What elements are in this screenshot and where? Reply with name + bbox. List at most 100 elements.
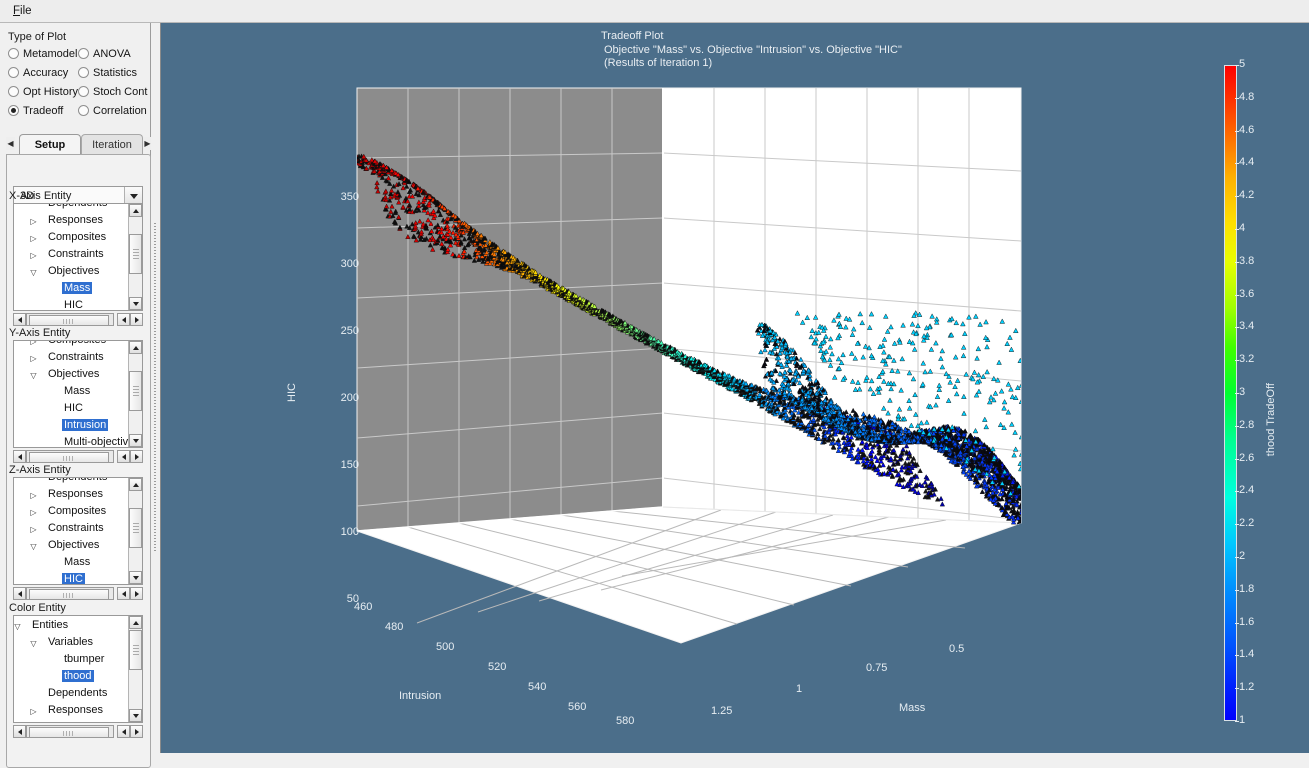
tree-item-composites[interactable]: ▷Composites (14, 230, 128, 247)
tree-item-hic[interactable]: HIC (14, 298, 128, 311)
tree-item-variables[interactable]: ▽Variables (14, 635, 128, 652)
tree-item-constraints[interactable]: ▷Constraints (14, 247, 128, 264)
tree-item-responses[interactable]: ▷Responses (14, 213, 128, 230)
tree-item-dependents[interactable]: Dependents (14, 203, 128, 213)
scroll-down-button[interactable] (129, 571, 142, 584)
chevron-down-icon[interactable]: ▽ (29, 371, 38, 380)
scroll-thumb[interactable] (29, 589, 109, 600)
tree-vertical-scrollbar[interactable] (128, 478, 142, 584)
tree-horizontal-scrollbar-color-entity[interactable] (13, 725, 143, 739)
scroll-step-right-button[interactable] (130, 725, 143, 738)
chevron-right-icon[interactable]: ▷ (29, 251, 38, 260)
scroll-down-button[interactable] (129, 709, 142, 722)
scroll-down-button[interactable] (129, 297, 142, 310)
scroll-left-button[interactable] (13, 587, 26, 600)
scroll-thumb[interactable] (29, 315, 109, 326)
plot-canvas[interactable]: Tradeoff Plot Objective "Mass" vs. Objec… (161, 23, 1309, 753)
scroll-up-button[interactable] (129, 204, 142, 217)
scroll-step-right-button[interactable] (130, 587, 143, 600)
tree-item-thood[interactable]: thood (14, 669, 128, 686)
tree-vertical-scrollbar[interactable] (128, 616, 142, 722)
scroll-left-button[interactable] (13, 725, 26, 738)
chevron-right-icon[interactable]: ▷ (29, 525, 38, 534)
radio-anova[interactable]: ANOVA (78, 48, 131, 67)
tree-item-constraints[interactable]: ▷Constraints (14, 350, 128, 367)
scroll-thumb[interactable] (29, 727, 109, 738)
tree-item-tbumper[interactable]: tbumper (14, 652, 128, 669)
tab-setup[interactable]: Setup (19, 134, 81, 154)
chevron-right-icon[interactable]: ▷ (29, 508, 38, 517)
radio-indicator[interactable] (8, 48, 19, 59)
scroll-track[interactable] (26, 725, 114, 738)
tree-view-x-axis-entity[interactable]: Dependents▷Responses▷Composites▷Constrai… (13, 203, 143, 311)
scroll-thumb[interactable] (129, 630, 142, 670)
scroll-step-left-button[interactable] (117, 725, 130, 738)
tree-item-objectives[interactable]: ▽Objectives (14, 367, 128, 384)
tree-item-responses[interactable]: ▷Responses (14, 487, 128, 504)
radio-accuracy[interactable]: Accuracy (8, 67, 68, 86)
radio-indicator[interactable] (8, 86, 19, 97)
tree-item-multi-objective[interactable]: Multi-objective (14, 435, 128, 448)
tree-item-composites[interactable]: ▷Composites (14, 504, 128, 521)
tree-view-z-axis-entity[interactable]: Dependents▷Responses▷Composites▷Constrai… (13, 477, 143, 585)
tree-item-dependents[interactable]: Dependents (14, 477, 128, 487)
tree-item-entities[interactable]: ▽Entities (14, 618, 128, 635)
radio-indicator[interactable] (8, 67, 19, 78)
radio-metamodel[interactable]: Metamodel (8, 48, 77, 67)
tree-item-intrusion[interactable]: Intrusion (14, 418, 128, 435)
scroll-left-button[interactable] (13, 450, 26, 463)
chevron-down-icon[interactable]: ▽ (29, 268, 38, 277)
tree-item-dependents[interactable]: Dependents (14, 686, 128, 703)
scroll-up-button[interactable] (129, 616, 142, 629)
tree-horizontal-scrollbar-z-axis-entity[interactable] (13, 587, 143, 601)
tree-item-hic[interactable]: HIC (14, 401, 128, 418)
tree-item-mass[interactable]: Mass (14, 281, 128, 298)
scroll-step-left-button[interactable] (117, 450, 130, 463)
scroll-up-button[interactable] (129, 341, 142, 354)
chevron-right-icon[interactable]: ▷ (29, 354, 38, 363)
tree-item-objectives[interactable]: ▽Objectives (14, 264, 128, 281)
tree-item-mass[interactable]: Mass (14, 384, 128, 401)
radio-statistics[interactable]: Statistics (78, 67, 137, 86)
scroll-down-button[interactable] (129, 434, 142, 447)
scroll-thumb[interactable] (129, 371, 142, 411)
chevron-right-icon[interactable]: ▷ (29, 491, 38, 500)
scroll-track[interactable] (26, 587, 114, 600)
radio-indicator[interactable] (8, 105, 19, 116)
scroll-left-button[interactable] (13, 313, 26, 326)
tree-view-color-entity[interactable]: ▽Entities▽VariablestbumperthoodDependent… (13, 615, 143, 723)
radio-indicator[interactable] (78, 86, 89, 97)
tab-scroll-left-arrow[interactable]: ◀ (6, 137, 15, 150)
radio-indicator[interactable] (78, 67, 89, 78)
scroll-step-left-button[interactable] (117, 313, 130, 326)
tree-horizontal-scrollbar-x-axis-entity[interactable] (13, 313, 143, 327)
tab-iteration[interactable]: Iteration (81, 134, 143, 154)
tree-item-responses[interactable]: ▷Responses (14, 703, 128, 720)
radio-correlation[interactable]: Correlation (78, 105, 147, 124)
scroll-step-right-button[interactable] (130, 313, 143, 326)
menu-item-file[interactable]: File (8, 4, 37, 18)
scroll-thumb[interactable] (129, 508, 142, 548)
chevron-down-icon[interactable]: ▽ (13, 622, 22, 631)
chevron-right-icon[interactable]: ▷ (29, 707, 38, 716)
scroll-up-button[interactable] (129, 478, 142, 491)
tree-vertical-scrollbar[interactable] (128, 204, 142, 310)
radio-indicator[interactable] (78, 105, 89, 116)
tree-item-constraints[interactable]: ▷Constraints (14, 521, 128, 538)
tree-item-mass[interactable]: Mass (14, 555, 128, 572)
tree-item-composites[interactable]: ▷Composites (14, 340, 128, 350)
scroll-step-left-button[interactable] (117, 587, 130, 600)
tree-horizontal-scrollbar-y-axis-entity[interactable] (13, 450, 143, 464)
radio-indicator[interactable] (78, 48, 89, 59)
scroll-thumb[interactable] (129, 234, 142, 274)
panel-splitter[interactable] (151, 23, 161, 753)
radio-tradeoff[interactable]: Tradeoff (8, 105, 63, 124)
radio-opt-history[interactable]: Opt History (8, 86, 78, 105)
chevron-right-icon[interactable]: ▷ (29, 234, 38, 243)
scroll-track[interactable] (26, 450, 114, 463)
tree-vertical-scrollbar[interactable] (128, 341, 142, 447)
scroll-track[interactable] (26, 313, 114, 326)
chevron-down-icon[interactable]: ▽ (29, 542, 38, 551)
chevron-right-icon[interactable]: ▷ (29, 340, 38, 346)
radio-stoch-cont[interactable]: Stoch Cont (78, 86, 147, 105)
